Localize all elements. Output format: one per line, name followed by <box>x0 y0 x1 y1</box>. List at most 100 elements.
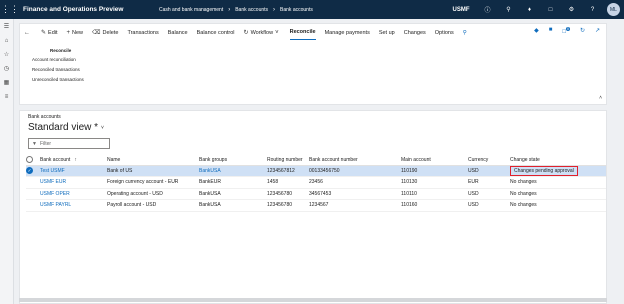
row-selector[interactable] <box>26 199 40 212</box>
top-bar: ⋮⋮ Finance and Operations Preview Cash a… <box>0 0 624 19</box>
tab-transactions[interactable]: Transactions <box>127 30 158 36</box>
table-row[interactable]: USMF PAYRL Payroll account - USD BankUSA… <box>26 199 606 212</box>
clock-icon[interactable]: ◷ <box>0 63 13 75</box>
new-button[interactable]: + New <box>67 30 84 36</box>
column-header-change-state[interactable]: Change state <box>510 155 606 166</box>
new-label: New <box>72 29 84 36</box>
cell-name: Operating account - USD <box>107 188 199 200</box>
workflow-label: Workflow <box>250 29 274 36</box>
chevron-right-icon: › <box>228 6 231 13</box>
company-picker[interactable]: USMF <box>445 7 477 13</box>
cell-routing-number: 123456780 <box>267 199 309 212</box>
cell-routing-number: 1234567812 <box>267 165 309 177</box>
cell-bank-account-number: 1234567 <box>309 199 401 212</box>
bank-account-link[interactable]: USMF EUR <box>40 176 107 189</box>
question-icon[interactable]: ? <box>582 7 603 13</box>
bank-account-link[interactable]: USMF OPER <box>40 188 107 200</box>
breadcrumb-item[interactable]: Bank accounts <box>280 7 313 13</box>
gear-icon[interactable]: ⚙ <box>561 6 582 13</box>
table-row[interactable]: USMF OPER Operating account - USD BankUS… <box>26 188 606 200</box>
breadcrumb-item[interactable]: Bank accounts <box>235 7 268 13</box>
breadcrumb-item[interactable]: Cash and bank management <box>159 7 223 13</box>
home-icon[interactable]: ⌂ <box>0 35 13 47</box>
delete-button[interactable]: ⌫ Delete <box>92 29 119 37</box>
column-header-name[interactable]: Name <box>107 155 199 166</box>
tab-balance[interactable]: Balance <box>168 30 188 36</box>
plus-icon: + <box>66 29 71 36</box>
cell-main-account: 110130 <box>401 176 468 189</box>
column-header-currency[interactable]: Currency <box>468 155 510 166</box>
cell-currency: EUR <box>468 176 510 189</box>
cell-main-account: 110190 <box>401 165 468 177</box>
chat-icon[interactable]: □ <box>540 7 561 13</box>
horizontal-scrollbar[interactable] <box>19 298 607 302</box>
row-selector[interactable] <box>26 176 40 189</box>
unreconciled-transactions-link[interactable]: Unreconciled transactions <box>32 77 606 82</box>
tab-manage-payments[interactable]: Manage payments <box>325 30 370 36</box>
select-all-column[interactable] <box>26 155 40 166</box>
pencil-icon: ✎ <box>41 30 47 36</box>
action-bar: ← ✎ Edit + New ⌫ Delete Transactions Balanc… <box>20 24 606 41</box>
table-row[interactable]: USMF EUR Foreign currency account - EUR … <box>26 176 606 189</box>
table-row[interactable]: ✓ Test USMF Bank of US BankUSA 123456781… <box>26 165 606 177</box>
cell-bank-account-number: 23456 <box>309 176 401 189</box>
action-pane: ← ✎ Edit + New ⌫ Delete Transactions Balanc… <box>19 23 607 105</box>
app-title[interactable]: Finance and Operations Preview <box>23 6 143 13</box>
modules-icon[interactable]: ≡ <box>0 91 13 103</box>
cell-routing-number: 1458 <box>267 176 309 189</box>
back-button[interactable]: ← <box>24 30 32 36</box>
account-reconciliation-link[interactable]: Account reconciliation <box>32 57 606 62</box>
checkmark-icon[interactable]: ✓ <box>26 167 33 175</box>
bank-account-link[interactable]: USMF PAYRL <box>40 199 107 212</box>
filter-input[interactable]: ▼ Filter <box>28 138 110 149</box>
avatar[interactable]: ML <box>607 3 620 16</box>
bank-account-link[interactable]: Test USMF <box>40 165 107 177</box>
column-header-bank-groups[interactable]: Bank groups <box>199 155 267 166</box>
office-icon[interactable]: ■ <box>549 27 553 35</box>
column-header-routing-number[interactable]: Routing number <box>267 155 309 166</box>
attachment-icon[interactable]: □0 <box>562 27 570 35</box>
view-selector[interactable]: Standard view * ˅ <box>28 122 606 133</box>
cell-change-state: Changes pending approval <box>510 165 606 177</box>
cell-bank-group: BankUSA <box>199 188 267 200</box>
cell-name: Payroll account - USD <box>107 199 199 212</box>
row-selector[interactable]: ✓ <box>26 165 40 177</box>
tab-balance-control[interactable]: Balance control <box>197 30 235 36</box>
reconciled-transactions-link[interactable]: Reconciled transactions <box>32 67 606 72</box>
workflow-button[interactable]: ↻ Workflow ˅ <box>243 29 281 37</box>
select-all-radio[interactable] <box>26 156 33 164</box>
cell-currency: USD <box>468 165 510 177</box>
delete-label: Delete <box>102 29 119 36</box>
cell-main-account: 110110 <box>401 188 468 200</box>
column-header-bank-account-number[interactable]: Bank account number <box>309 155 401 166</box>
column-header-main-account[interactable]: Main account <box>401 155 468 166</box>
search-icon[interactable]: ⚲ <box>498 6 519 13</box>
menu-icon[interactable]: ☰ <box>0 21 13 33</box>
cell-name: Foreign currency account - EUR <box>107 176 199 189</box>
row-selector[interactable] <box>26 188 40 200</box>
grid-header-row: Bank account ↑ Name Bank groups Routing n… <box>26 155 606 166</box>
chevron-up-icon[interactable]: ˄ <box>599 95 602 101</box>
app-launcher-icon[interactable]: ⋮⋮ <box>0 0 20 19</box>
column-header-bank-account[interactable]: Bank account ↑ <box>40 155 107 166</box>
refresh-icon: ↻ <box>243 30 249 36</box>
tab-changes[interactable]: Changes <box>404 30 426 36</box>
bell-icon[interactable]: ♦ <box>519 7 540 13</box>
refresh-icon[interactable]: ↻ <box>580 27 585 35</box>
trash-icon: ⌫ <box>92 30 101 36</box>
list-page: Bank accounts Standard view * ˅ ▼ Filter… <box>19 110 607 304</box>
tab-options[interactable]: Options <box>435 30 454 36</box>
diamond-icon[interactable]: ◆ <box>534 27 539 35</box>
popout-icon[interactable]: ↗ <box>595 27 600 35</box>
filter-icon: ▼ <box>32 140 37 147</box>
cell-bank-group: BankUSA <box>199 199 267 212</box>
tab-set-up[interactable]: Set up <box>379 30 395 36</box>
help-icon[interactable]: ⓘ <box>477 5 498 14</box>
bank-accounts-grid: Bank account ↑ Name Bank groups Routing n… <box>26 155 606 212</box>
star-icon[interactable]: ☆ <box>0 49 13 61</box>
tab-reconcile[interactable]: Reconcile <box>289 26 316 40</box>
search-icon[interactable]: ⚲ <box>463 30 467 36</box>
bank-group-link[interactable]: BankUSA <box>199 165 267 177</box>
workspace-icon[interactable]: ▦ <box>0 77 13 89</box>
edit-button[interactable]: ✎ Edit <box>41 29 58 37</box>
